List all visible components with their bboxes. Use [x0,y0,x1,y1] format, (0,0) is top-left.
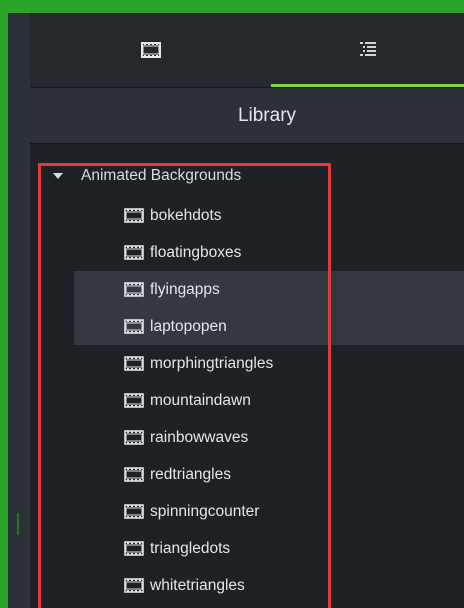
expand-caret-icon[interactable] [53,173,63,179]
item-label: bokehdots [150,206,222,224]
sidebar-marker [17,513,19,535]
film-icon [124,393,144,408]
film-icon [124,282,144,297]
item-label: morphingtriangles [150,354,274,372]
list-icon [359,42,376,56]
item-label: mountaindawn [150,391,251,409]
list-item[interactable]: rainbowwaves [74,419,464,456]
library-title: Library [237,104,297,126]
film-icon [124,541,144,556]
film-icon [124,356,144,371]
item-label: flyingapps [150,280,220,298]
film-icon [124,578,144,593]
library-panel: Library Animated Backgrounds bokehdots f… [8,13,464,608]
tab-media-library[interactable] [30,13,271,87]
left-sidebar-strip [8,13,30,608]
list-item[interactable]: redtriangles [74,456,464,493]
tab-bar [30,13,464,88]
folder-animated-backgrounds[interactable]: Animated Backgrounds [30,158,464,194]
item-label: spinningcounter [150,502,260,520]
item-label: laptopopen [150,317,227,335]
film-icon [124,319,144,334]
list-item[interactable]: floatingboxes [74,234,464,271]
list-item[interactable]: laptopopen [74,308,464,345]
item-label: redtriangles [150,465,231,483]
tab-list-view[interactable] [271,13,464,87]
list-item[interactable]: flyingapps [74,271,464,308]
active-tab-indicator [271,84,464,87]
library-tree[interactable]: Animated Backgrounds bokehdots floatingb… [30,144,464,608]
film-icon [124,504,144,519]
item-label: triangledots [150,539,231,557]
list-item[interactable]: mountaindawn [74,382,464,419]
film-icon [124,245,144,260]
item-label: floatingboxes [150,243,242,261]
item-label: rainbowwaves [150,428,249,446]
library-header: Library [30,88,464,144]
item-label: whitetriangles [150,576,245,594]
list-item[interactable]: whitetriangles [74,567,464,604]
list-item[interactable]: spinningcounter [74,493,464,530]
list-item[interactable]: morphingtriangles [74,345,464,382]
film-icon [124,430,144,445]
list-item[interactable]: bokehdots [74,197,464,234]
film-strip-icon [140,42,161,58]
film-icon [124,208,144,223]
list-item[interactable]: triangledots [74,530,464,567]
folder-label: Animated Backgrounds [81,167,242,184]
film-icon [124,467,144,482]
